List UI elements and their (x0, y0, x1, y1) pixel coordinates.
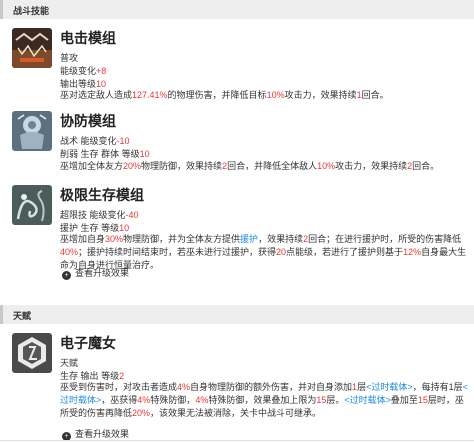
description-text: 巫对选定敌人造成 (60, 90, 133, 100)
description-text: 攻击力，效果持续 (335, 161, 408, 171)
skill-energy-change: 能级变化+8 (60, 66, 107, 76)
description-text: ，该效果无法被消除，关卡中战斗可继承。 (150, 408, 322, 418)
skill-description: 巫增加全体友方20%物理防御，效果持续2回合，并降低全体敌人10%攻击力，效果持… (60, 160, 470, 173)
description-text: 物理防御，效果持续 (141, 161, 223, 171)
talent-header: 天赋 (0, 305, 474, 324)
highlight-value: 40% (60, 247, 79, 257)
description-text: 回合，并降低全体敌人 (227, 161, 318, 171)
description-text: ，效果持续 (258, 234, 304, 244)
skill-type: 战术 能级变化-10 (60, 136, 130, 146)
highlight-value: 4% (195, 395, 209, 405)
witch-emblem-icon (12, 333, 52, 373)
description-text: 巫增加全体友方 (60, 161, 124, 171)
skill-name: 电击模组 (60, 30, 116, 46)
talent-name: 电子魔女 (60, 335, 116, 351)
highlight-value: 127.41% (132, 90, 168, 100)
description-text: 回合。 (412, 161, 440, 171)
description-text: 回合；在进行援护时，所受的伤害降低 (308, 234, 462, 244)
skill-type: 超限技 能级变化-40 (60, 210, 139, 220)
keyword-link[interactable]: 援护 (240, 234, 258, 244)
highlight-value: 12% (403, 247, 422, 257)
description-text: 自身物理防御的额外伤害，并对自身添加 (190, 382, 353, 392)
defense-shield-icon (12, 111, 52, 151)
highlight-value: 10% (266, 90, 285, 100)
description-text: 物理防御，并为全体友方提供 (123, 234, 241, 244)
skill-name: 极限生存模组 (60, 187, 144, 203)
talent-description: 巫受到伤害时，对攻击者造成4%自身物理防御的额外伤害，并对自身添加1层<过时载体… (60, 381, 470, 420)
keyword-link[interactable]: <过时载体> (366, 382, 413, 392)
divider (0, 440, 474, 441)
keyword-link[interactable]: <过时载体> (344, 395, 391, 405)
description-text: 的物理伤害，并降低目标 (167, 90, 267, 100)
description-text: 层。 (326, 395, 345, 405)
description-text: ，巫获得 (101, 395, 138, 405)
highlight-value: 4% (137, 395, 151, 405)
description-text: 特殊防御，效果叠加上限为 (208, 395, 317, 405)
highlight-value: 15 (417, 395, 428, 405)
highlight-value: 20 (276, 247, 287, 257)
description-text: 巫增加自身 (60, 234, 106, 244)
skill-type: 普攻 (60, 53, 79, 63)
skill-description: 巫对选定敌人造成127.41%的物理伤害，并降低目标10%攻击力，效果持续1回合… (60, 89, 470, 102)
skill-tags: 削弱 生存 群体 等级10 (60, 149, 150, 159)
description-text: ，每持有1层 (412, 382, 463, 392)
description-text: 特殊防御， (150, 395, 196, 405)
highlight-value: 20% (123, 161, 142, 171)
view-upgrade-effect-button[interactable]: + 查看升级效果 (62, 427, 129, 441)
skill-name: 协防模组 (60, 113, 116, 129)
description-text: 层 (357, 382, 367, 392)
description-text: 回合。 (361, 90, 389, 100)
view-upgrade-effect-button[interactable]: + 查看升级效果 (62, 266, 129, 280)
highlight-value: 4% (177, 382, 191, 392)
description-text: 叠加至 (390, 395, 418, 405)
talent-type: 天赋 (60, 358, 79, 368)
combat-skills-header: 战斗技能 (0, 0, 474, 19)
highlight-value: 30% (105, 234, 124, 244)
description-text: 点能级，若进行了援护则基于 (286, 247, 404, 257)
plus-circle-icon: + (62, 271, 71, 280)
description-text: ；援护持续时间结束时，若巫未进行过援护，获得 (78, 247, 277, 257)
section-title: 战斗技能 (13, 6, 50, 16)
highlight-value: 20% (132, 408, 151, 418)
section-title: 天赋 (13, 311, 32, 321)
highlight-value: 10% (317, 161, 336, 171)
tentacle-survival-icon (12, 185, 52, 225)
description-text: 攻击力，效果持续 (284, 90, 357, 100)
electric-attack-icon (12, 28, 52, 68)
description-text: 巫受到伤害时，对攻击者造成 (60, 382, 178, 392)
highlight-value: 15 (316, 395, 327, 405)
